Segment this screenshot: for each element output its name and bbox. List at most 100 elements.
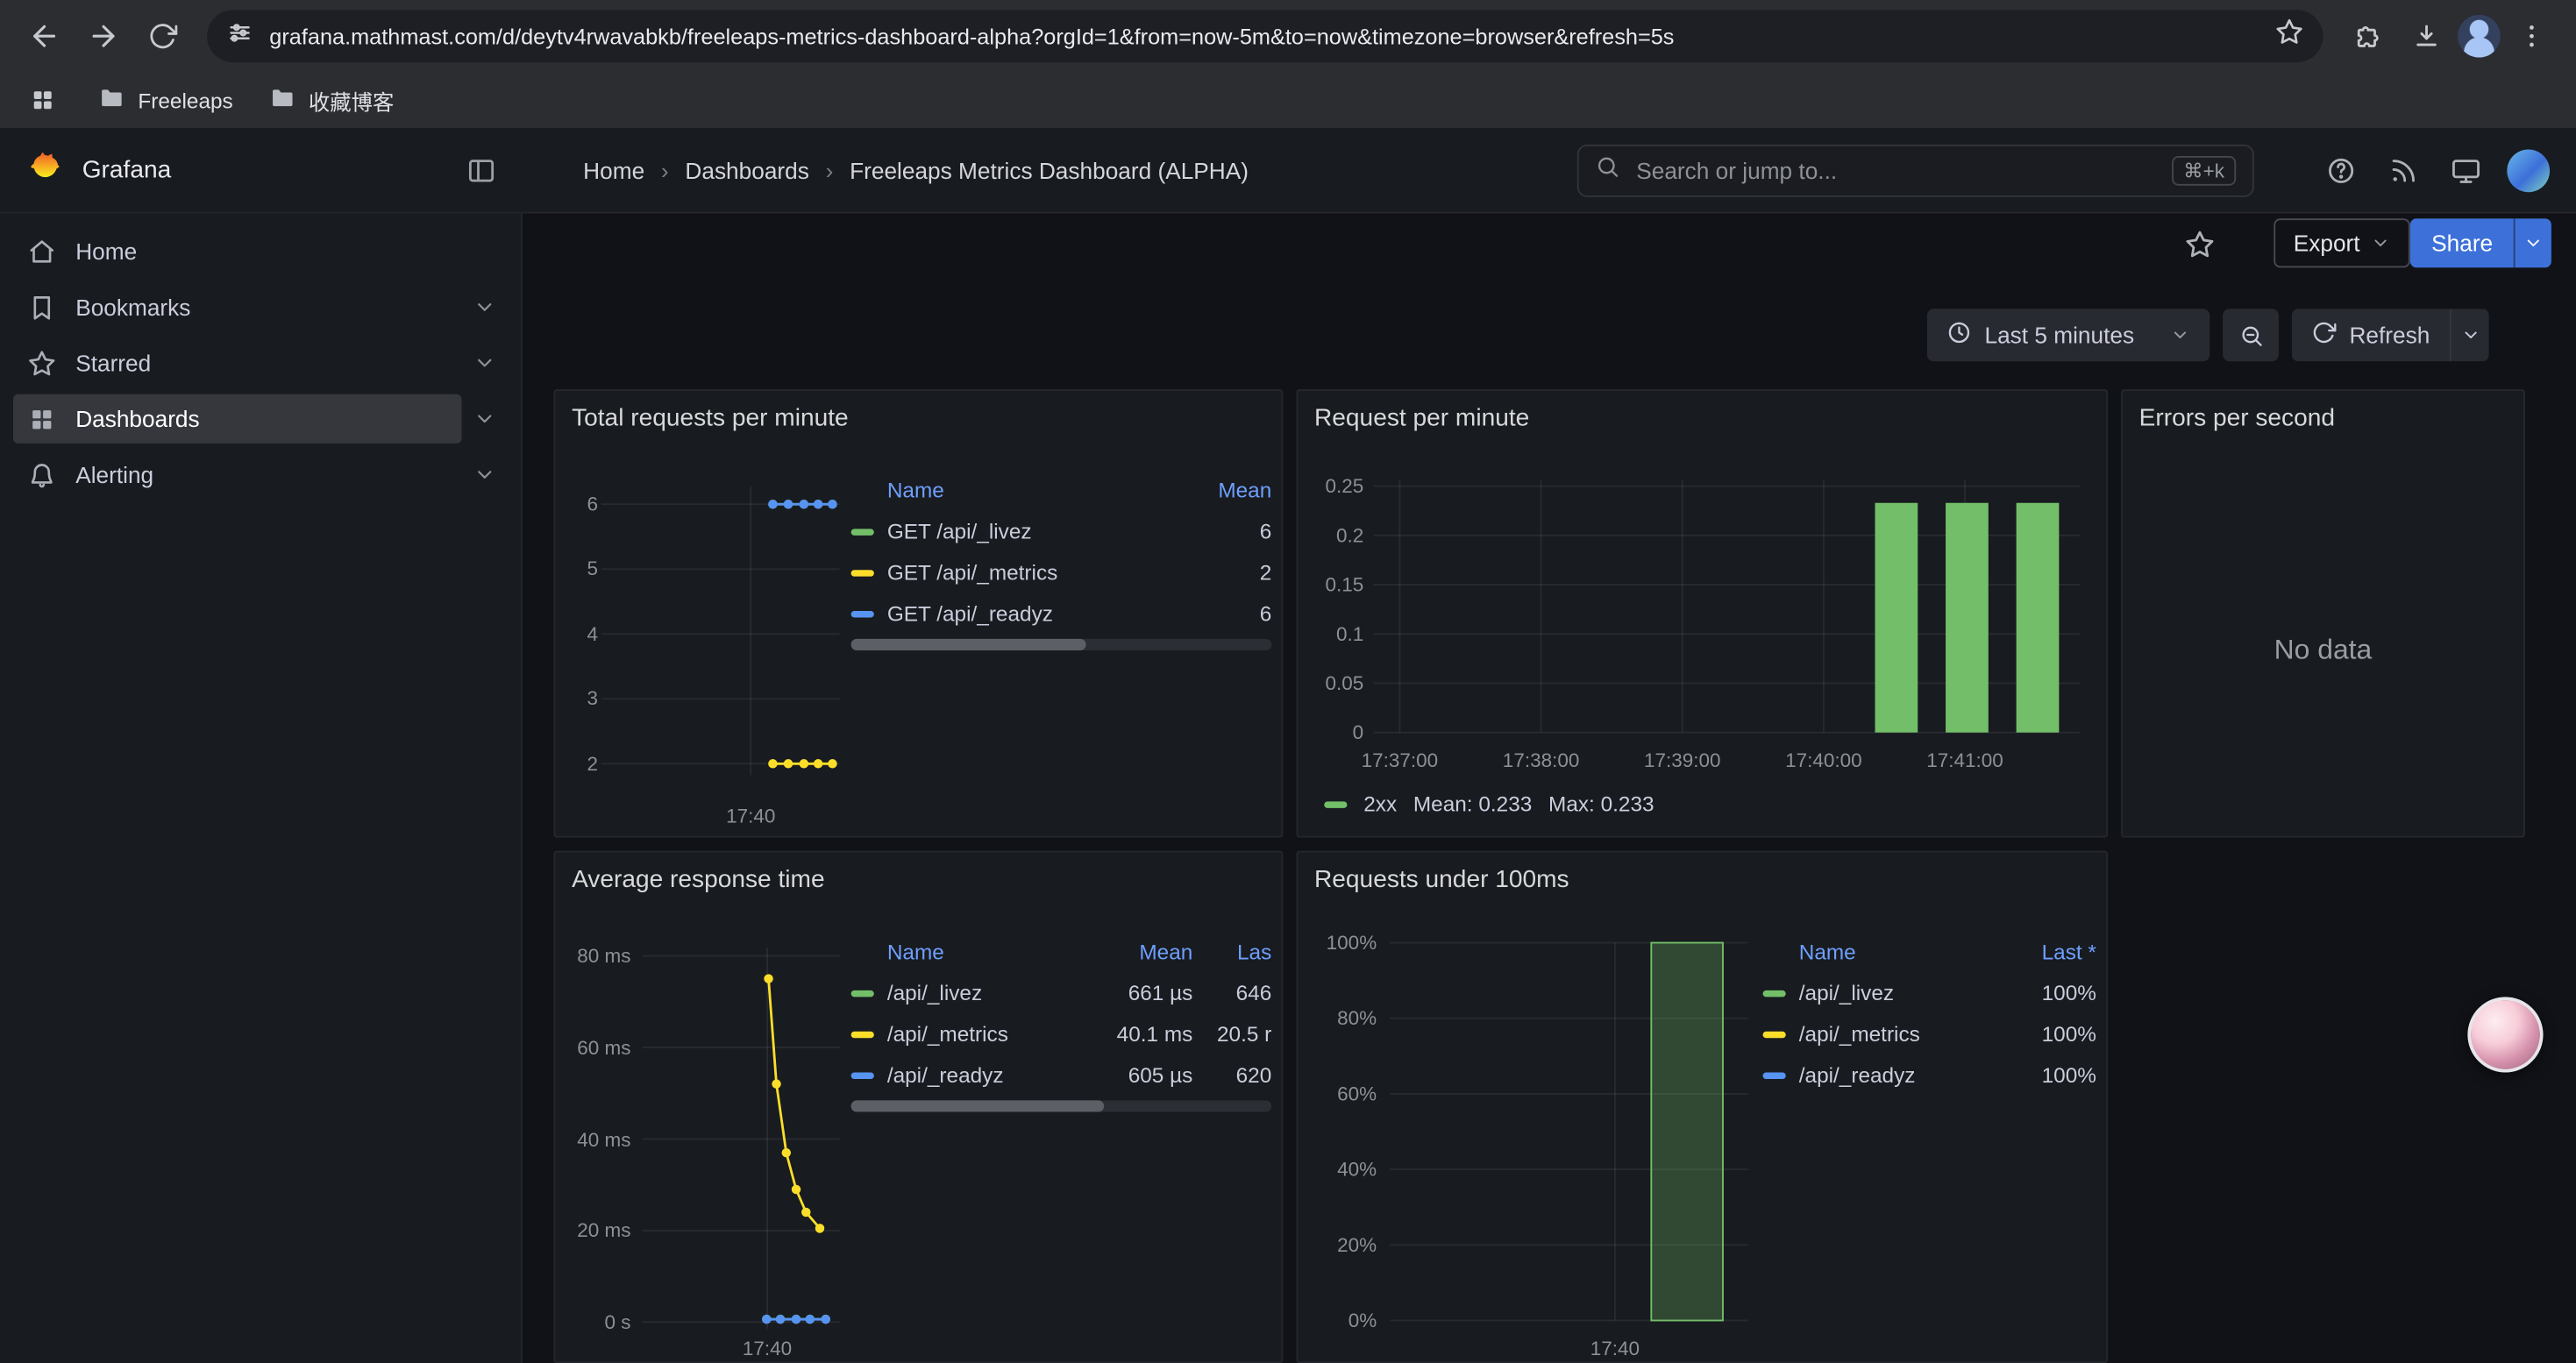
y-tick: 0.15 xyxy=(1301,571,1363,598)
series-mean: Mean: 0.233 xyxy=(1413,792,1532,816)
share-split-button: Share xyxy=(2410,218,2552,267)
x-tick: 17:40 xyxy=(1562,1335,1668,1361)
site-settings-icon[interactable] xyxy=(227,19,253,53)
sidebar-item-bookmarks[interactable]: Bookmarks xyxy=(13,282,462,331)
scrollbar-thumb[interactable] xyxy=(851,639,1087,650)
reload-icon[interactable] xyxy=(135,8,191,64)
chevron-down-icon[interactable] xyxy=(462,295,508,318)
favorite-star-icon[interactable] xyxy=(2179,224,2222,266)
share-button[interactable]: Share xyxy=(2410,218,2515,267)
grafana-logo[interactable] xyxy=(26,148,62,193)
search-box[interactable]: ⌘+k xyxy=(1577,145,2254,197)
chevron-down-icon[interactable] xyxy=(462,463,508,486)
time-range-picker[interactable]: Last 5 minutes xyxy=(1927,309,2210,361)
legend-scrollbar[interactable] xyxy=(851,1100,1272,1111)
extensions-icon[interactable] xyxy=(2339,8,2395,64)
legend-row-readyz[interactable]: /api/_readyz 605 µs 620 xyxy=(851,1054,1272,1096)
y-tick: 20% xyxy=(1301,1232,1377,1258)
downloads-icon[interactable] xyxy=(2399,8,2455,64)
brand-name: Grafana xyxy=(82,156,172,184)
legend-inline[interactable]: 2xx Mean: 0.233 Max: 0.233 xyxy=(1324,792,1654,816)
sidebar-item-dashboards[interactable]: Dashboards xyxy=(13,394,462,444)
user-avatar[interactable] xyxy=(2507,149,2550,192)
under-100ms-plot[interactable] xyxy=(1390,930,1747,1321)
bookmark-icon xyxy=(28,293,56,321)
browser-menu-icon[interactable] xyxy=(2504,8,2560,64)
legend-header-name[interactable]: Name xyxy=(851,478,1173,502)
news-rss-icon[interactable] xyxy=(2382,149,2425,192)
bookmark-star-icon[interactable] xyxy=(2275,18,2303,54)
legend-row-readyz[interactable]: GET /api/_readyz 6 xyxy=(851,593,1272,634)
sidebar-item-home[interactable]: Home xyxy=(13,227,462,276)
series-swatch xyxy=(851,1072,874,1078)
panel-title[interactable]: Average response time xyxy=(572,865,825,893)
legend-header-last[interactable]: Last * xyxy=(2017,940,2096,964)
search-input[interactable] xyxy=(1633,156,2160,186)
series-name: GET /api/_readyz xyxy=(887,601,1173,626)
breadcrumb-home[interactable]: Home xyxy=(583,157,644,183)
url-text[interactable]: grafana.mathmast.com/d/deytv4rwavabkb/fr… xyxy=(269,24,2259,48)
legend-row-metrics[interactable]: GET /api/_metrics 2 xyxy=(851,552,1272,593)
help-icon[interactable] xyxy=(2320,149,2363,192)
breadcrumb-current[interactable]: Freeleaps Metrics Dashboard (ALPHA) xyxy=(850,157,1249,183)
sidebar-item-starred[interactable]: Starred xyxy=(13,338,462,387)
total-requests-plot[interactable] xyxy=(601,470,840,790)
bookmark-folder-freeleaps[interactable]: Freeleaps xyxy=(98,84,232,116)
export-button[interactable]: Export xyxy=(2274,218,2410,267)
legend-header-mean[interactable]: Mean xyxy=(1100,940,1192,964)
browser-chrome: grafana.mathmast.com/d/deytv4rwavabkb/fr… xyxy=(0,0,2576,128)
breadcrumb-dashboards[interactable]: Dashboards xyxy=(685,157,808,183)
legend-row-metrics[interactable]: /api/_metrics 100% xyxy=(1763,1013,2096,1054)
assistant-avatar[interactable] xyxy=(2467,997,2543,1072)
legend-header-name[interactable]: Name xyxy=(1763,940,2004,964)
legend-row-livez[interactable]: /api/_livez 661 µs 646 xyxy=(851,972,1272,1013)
legend-header-name[interactable]: Name xyxy=(851,940,1088,964)
y-tick: 0 s xyxy=(559,1309,630,1335)
panel-title[interactable]: Request per minute xyxy=(1314,404,1529,432)
panel-title[interactable]: Errors per second xyxy=(2139,404,2335,432)
legend-row-livez[interactable]: GET /api/_livez 6 xyxy=(851,511,1272,552)
avg-response-plot[interactable] xyxy=(643,934,840,1345)
chevron-down-icon[interactable] xyxy=(462,351,508,374)
sidebar: Home Bookmarks Starred xyxy=(0,214,523,1363)
breadcrumb: Home Dashboards Freeleaps Metrics Dashbo… xyxy=(583,128,1249,212)
legend-header-last[interactable]: Las xyxy=(1206,940,1271,964)
sidebar-item-label: Alerting xyxy=(75,462,153,488)
refresh-button[interactable]: Refresh xyxy=(2292,309,2450,361)
brand-zone: Grafana xyxy=(0,128,523,212)
series-mean: 6 xyxy=(1186,601,1271,626)
panel-title[interactable]: Total requests per minute xyxy=(572,404,849,432)
series-name: /api/_metrics xyxy=(887,1021,1088,1046)
y-tick: 0% xyxy=(1301,1308,1377,1334)
legend-row-metrics[interactable]: /api/_metrics 40.1 ms 20.5 r xyxy=(851,1013,1272,1054)
refresh-interval-chevron-icon[interactable] xyxy=(2450,309,2489,361)
series-max: Max: 0.233 xyxy=(1548,792,1654,816)
apps-grid-icon[interactable] xyxy=(23,81,62,120)
dock-menu-icon[interactable] xyxy=(466,155,496,185)
series-last: 620 xyxy=(1206,1062,1271,1087)
series-last: 100% xyxy=(2017,1021,2096,1046)
browser-profile-avatar[interactable] xyxy=(2458,15,2501,58)
legend-header-mean[interactable]: Mean xyxy=(1186,478,1271,502)
legend-row-livez[interactable]: /api/_livez 100% xyxy=(1763,972,2096,1013)
back-icon[interactable] xyxy=(17,8,73,64)
forward-icon[interactable] xyxy=(75,8,132,64)
monitor-icon[interactable] xyxy=(2444,149,2487,192)
share-menu-chevron-icon[interactable] xyxy=(2515,218,2552,267)
series-name: GET /api/_metrics xyxy=(887,560,1173,585)
legend-scrollbar[interactable] xyxy=(851,639,1272,650)
sidebar-item-label: Home xyxy=(75,238,137,265)
bookmark-folder-blog[interactable]: 收藏博客 xyxy=(269,84,394,116)
zoom-out-button[interactable] xyxy=(2223,309,2279,361)
request-per-minute-plot[interactable] xyxy=(1373,470,2080,733)
address-bar[interactable]: grafana.mathmast.com/d/deytv4rwavabkb/fr… xyxy=(207,10,2323,62)
scrollbar-thumb[interactable] xyxy=(851,1100,1104,1111)
refresh-icon xyxy=(2311,320,2336,350)
series-swatch xyxy=(851,1031,874,1037)
chevron-down-icon[interactable] xyxy=(462,408,508,430)
no-data-message: No data xyxy=(2123,634,2523,666)
legend-row-readyz[interactable]: /api/_readyz 100% xyxy=(1763,1054,2096,1096)
sidebar-item-alerting[interactable]: Alerting xyxy=(13,450,462,499)
panel-title[interactable]: Requests under 100ms xyxy=(1314,865,1569,893)
search-shortcut: ⌘+k xyxy=(2172,156,2236,186)
